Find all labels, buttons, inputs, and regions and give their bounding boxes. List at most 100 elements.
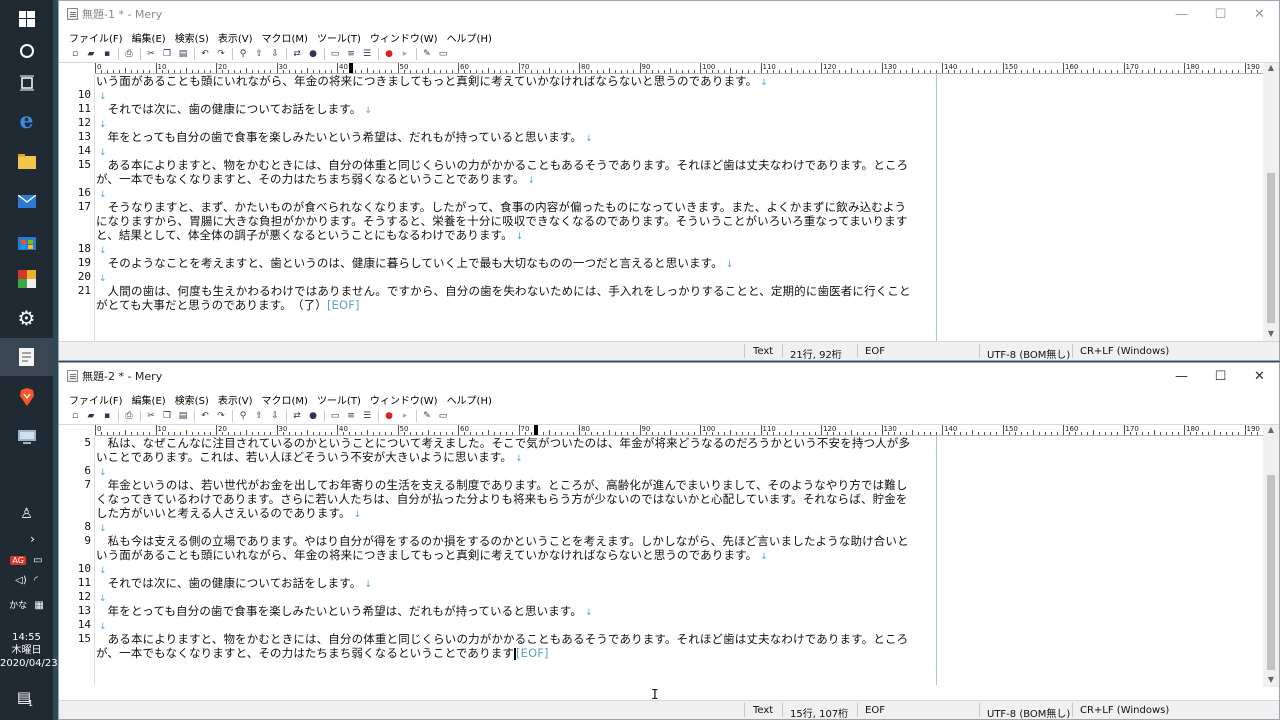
scrollbar-thumb[interactable] (1267, 173, 1275, 323)
print-icon[interactable]: ⎙ (123, 410, 135, 422)
text-line[interactable]: 12 ↓ (59, 590, 1263, 604)
menu-macro[interactable]: マクロ(M) (262, 30, 308, 45)
undo-icon[interactable]: ↶ (199, 410, 211, 422)
menu-search[interactable]: 検索(S) (175, 392, 209, 407)
scroll-down-icon[interactable]: ▼ (1263, 675, 1279, 687)
new-file-icon[interactable]: ▫ (69, 48, 81, 60)
column-ruler[interactable]: 0 10 20 30 40 50 60 70 80 90 100 110 120 130 140 150 160… (95, 63, 1263, 74)
paste-icon[interactable]: ▤ (177, 48, 189, 60)
text-line[interactable]: 14 ↓ (59, 618, 1263, 632)
run-macro-icon[interactable]: ▸ (399, 410, 411, 422)
pin-icon[interactable]: ✎ (421, 48, 433, 60)
text-line[interactable]: と、結果として、体全体の調子が悪くなるということにもなるわけであります。 ↓ (59, 228, 1263, 242)
highlight-icon[interactable]: ● (307, 48, 319, 60)
menu-view[interactable]: 表示(V) (218, 392, 253, 407)
text-line[interactable]: になりますから、胃腸に大きな負担がかかります。そうすると、栄養を十分に吸収できな… (59, 214, 1263, 228)
scroll-up-icon[interactable]: ▲ (1263, 63, 1279, 75)
clock[interactable]: 14:55 木曜日 2020/04/23 (0, 631, 58, 670)
maximize-button[interactable]: ☐ (1201, 363, 1240, 389)
mery-app-icon[interactable] (67, 370, 78, 382)
menu-edit[interactable]: 編集(E) (132, 30, 166, 45)
text-line[interactable]: 15 ある本によりますと、物をかむときには、自分の体重と同じくらいの力がかかるこ… (59, 632, 1263, 646)
text-line[interactable]: 13 年をとっても自分の歯で食事を楽しみたいという希望は、だれもが持っていると思… (59, 130, 1263, 144)
text-line[interactable]: 16 ↓ (59, 186, 1263, 200)
new-file-icon[interactable]: ▫ (69, 410, 81, 422)
task-view-icon[interactable] (0, 64, 53, 102)
open-file-icon[interactable]: ▰ (85, 48, 97, 60)
tile-app-icon[interactable] (0, 260, 53, 298)
store-icon[interactable] (0, 222, 53, 260)
save-icon[interactable]: ▪ (101, 410, 113, 422)
menu-edit[interactable]: 編集(E) (132, 392, 166, 407)
scroll-down-icon[interactable]: ▼ (1263, 329, 1279, 341)
cut-icon[interactable]: ✂ (145, 410, 157, 422)
replace-icon[interactable]: ⇄ (291, 410, 303, 422)
text-line[interactable]: 19 そのようなことを考えますと、歯というのは、健康に暮らしていく上で最も大切な… (59, 256, 1263, 270)
volume-icon[interactable]: ◁) (15, 575, 27, 586)
save-icon[interactable]: ▪ (101, 48, 113, 60)
run-macro-icon[interactable]: ▸ (399, 48, 411, 60)
text-line[interactable]: いう面があることも頭にいれながら、年金の将来につきましてもっと真剣に考えていかな… (59, 74, 1263, 88)
wrap-window-icon[interactable]: ☰ (361, 48, 373, 60)
computer-app-icon[interactable] (0, 418, 53, 456)
status-position[interactable]: 15行, 107桁 (790, 705, 848, 720)
status-position[interactable]: 21行, 92桁 (790, 346, 842, 361)
minimize-button[interactable]: — (1162, 1, 1201, 27)
text-line[interactable]: 15 ある本によりますと、物をかむときには、自分の体重と同じくらいの力がかかるこ… (59, 158, 1263, 172)
pin-icon[interactable]: ✎ (421, 410, 433, 422)
redo-icon[interactable]: ↷ (215, 48, 227, 60)
wifi-icon[interactable]: ◜ (34, 575, 38, 586)
menu-tools[interactable]: ツール(T) (317, 30, 361, 45)
settings-gear-icon[interactable]: ⚙ (0, 299, 53, 337)
find-prev-icon[interactable]: ⇧ (253, 48, 265, 60)
status-newline[interactable]: CR+LF (Windows) (1080, 346, 1169, 357)
open-file-icon[interactable]: ▰ (85, 410, 97, 422)
status-eof[interactable]: EOF (865, 346, 885, 357)
ime-pad-icon[interactable]: ▦ (34, 600, 43, 611)
title-bar[interactable]: 無題-1 * - Mery — ☐ ✕ (59, 1, 1279, 27)
close-button[interactable]: ✕ (1240, 363, 1279, 389)
record-macro-icon[interactable]: ● (383, 48, 395, 60)
cut-icon[interactable]: ✂ (145, 48, 157, 60)
find-next-icon[interactable]: ⇩ (269, 48, 281, 60)
battery-icon[interactable]: ▭ (33, 555, 42, 566)
ime-badge[interactable]: AG (10, 556, 26, 565)
edge-browser-icon[interactable]: e (0, 102, 53, 140)
text-line[interactable]: くなってきているわけであります。さらに若い人たちは、自分が払った分よりも将来もら… (59, 492, 1263, 506)
menu-window[interactable]: ウィンドウ(W) (370, 30, 438, 45)
text-line[interactable]: 13 年をとっても自分の歯で食事を楽しみたいという希望は、だれもが持っていると思… (59, 604, 1263, 618)
status-newline[interactable]: CR+LF (Windows) (1080, 705, 1169, 716)
column-ruler[interactable]: 0 10 20 30 40 50 60 70 80 90 100 110 120 130 140 150 160… (95, 425, 1263, 436)
text-line[interactable]: した方がいいと考える人さえいるのであります。 ↓ (59, 506, 1263, 520)
text-line[interactable]: 9 私も今は支える側の立場であります。やはり自分が得をするのか損をするのかという… (59, 534, 1263, 548)
menu-help[interactable]: ヘルプ(H) (447, 30, 492, 45)
notification-center-icon[interactable]: ▤1 (0, 688, 53, 708)
replace-icon[interactable]: ⇄ (291, 48, 303, 60)
status-mode[interactable]: Text (753, 346, 773, 357)
text-line[interactable]: 5 私は、なぜこんなに注目されているのかということについて考えました。そこで気が… (59, 436, 1263, 450)
select-icon[interactable]: ▭ (329, 48, 341, 60)
text-line[interactable]: 18 ↓ (59, 242, 1263, 256)
status-eof[interactable]: EOF (865, 705, 885, 716)
window-icon[interactable]: ▭ (437, 48, 449, 60)
select-icon[interactable]: ▭ (329, 410, 341, 422)
print-icon[interactable]: ⎙ (123, 48, 135, 60)
mery-app-icon[interactable] (67, 8, 78, 20)
scrollbar-thumb[interactable] (1267, 475, 1275, 670)
menu-window[interactable]: ウィンドウ(W) (370, 392, 438, 407)
text-line[interactable]: 12 ↓ (59, 116, 1263, 130)
menu-search[interactable]: 検索(S) (175, 30, 209, 45)
text-line[interactable]: が、一本でもなくなりますと、その力はたちまち弱くなるということであります [EOF… (59, 646, 1263, 660)
brave-browser-icon[interactable] (0, 378, 53, 416)
wrap-icon[interactable]: ≡ (345, 410, 357, 422)
menu-file[interactable]: ファイル(F) (69, 30, 123, 45)
text-line[interactable]: 20 ↓ (59, 270, 1263, 284)
status-mode[interactable]: Text (753, 705, 773, 716)
scroll-up-icon[interactable]: ▲ (1263, 425, 1279, 437)
find-icon[interactable]: ⚲ (237, 410, 249, 422)
mery-editor-icon[interactable] (0, 338, 53, 376)
copy-icon[interactable]: ❐ (161, 410, 173, 422)
window-icon[interactable]: ▭ (437, 410, 449, 422)
text-line[interactable]: が、一本でもなくなりますと、その力はたちまち弱くなるということであります。 ↓ (59, 172, 1263, 186)
paste-icon[interactable]: ▤ (177, 410, 189, 422)
